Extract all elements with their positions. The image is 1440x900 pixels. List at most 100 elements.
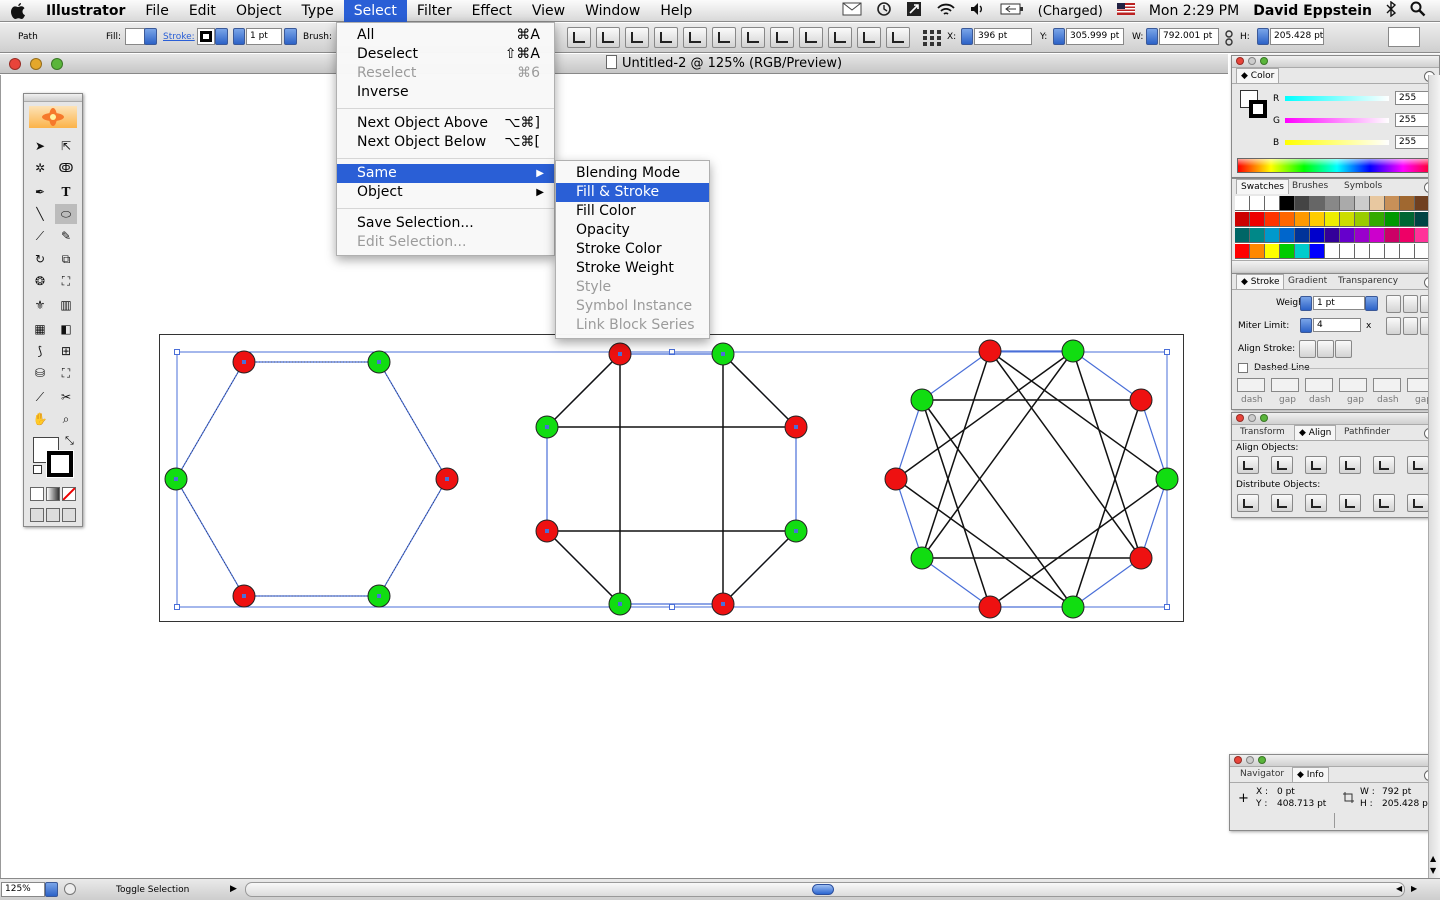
panel-distribute-top-button[interactable] xyxy=(1237,494,1259,512)
round-join-button[interactable] xyxy=(1403,317,1418,335)
minimize-panel-icon[interactable] xyxy=(1246,756,1254,764)
dash-field-2[interactable] xyxy=(1305,378,1333,392)
minimize-panel-icon[interactable] xyxy=(1248,414,1256,422)
swatch[interactable] xyxy=(1385,196,1400,211)
panel-align-hcenter-button[interactable] xyxy=(1271,456,1293,474)
paintbrush-tool-icon[interactable]: ⟋ xyxy=(29,226,51,246)
align-stroke-inside-button[interactable] xyxy=(1317,340,1334,358)
horizontal-scroll-thumb[interactable] xyxy=(812,884,834,895)
swatch[interactable] xyxy=(1400,228,1415,243)
color-spectrum-bar[interactable] xyxy=(1237,158,1437,173)
submenu-item-opacity[interactable]: Opacity xyxy=(556,221,709,240)
zoom-panel-icon[interactable] xyxy=(1258,756,1266,764)
lasso-tool-icon[interactable]: ↂ xyxy=(55,158,77,178)
illustrator-flower-logo[interactable] xyxy=(29,106,77,128)
round-cap-button[interactable] xyxy=(1403,295,1418,313)
scroll-right-icon[interactable]: ▶ xyxy=(1411,884,1417,893)
decagon-graph[interactable] xyxy=(895,350,1168,608)
swatch[interactable] xyxy=(1355,244,1370,259)
swatch[interactable] xyxy=(1325,212,1340,227)
swatch[interactable] xyxy=(1355,228,1370,243)
miter-stepper[interactable] xyxy=(1300,318,1312,333)
align-stroke-center-button[interactable] xyxy=(1299,340,1316,358)
swatch[interactable] xyxy=(1400,212,1415,227)
submenu-item-stroke-weight[interactable]: Stroke Weight xyxy=(556,259,709,278)
close-panel-icon[interactable] xyxy=(1234,756,1242,764)
tab-align[interactable]: ◆ Align xyxy=(1294,425,1337,440)
swatch[interactable] xyxy=(1235,228,1250,243)
swatch[interactable] xyxy=(1400,196,1415,211)
swatch[interactable] xyxy=(1325,228,1340,243)
stroke-color-box[interactable] xyxy=(46,450,74,478)
swatch[interactable] xyxy=(1370,244,1385,259)
swatch[interactable] xyxy=(1370,196,1385,211)
blend-tool-icon[interactable]: ⊞ xyxy=(55,341,77,361)
panel-align-left-button[interactable] xyxy=(1237,456,1259,474)
menu-item-next-object-above[interactable]: Next Object Above ⌥⌘] xyxy=(337,114,554,133)
zoom-panel-icon[interactable] xyxy=(1260,414,1268,422)
panel-distribute-bottom-button[interactable] xyxy=(1305,494,1327,512)
tab-symbols[interactable]: Symbols xyxy=(1340,179,1386,194)
close-panel-icon[interactable] xyxy=(1236,414,1244,422)
menu-item-inverse[interactable]: Inverse xyxy=(337,83,554,102)
menu-item-save-selection[interactable]: Save Selection... xyxy=(337,214,554,233)
b-slider[interactable] xyxy=(1285,140,1389,145)
tab-navigator[interactable]: Navigator xyxy=(1236,767,1288,782)
zoom-dropdown[interactable] xyxy=(45,882,58,897)
standard-screen-mode-button[interactable] xyxy=(30,508,44,522)
swatch[interactable] xyxy=(1295,228,1310,243)
artwork[interactable] xyxy=(0,0,1440,900)
zoom-tool-icon[interactable]: ⌕ xyxy=(55,409,77,429)
weight-dropdown[interactable] xyxy=(1365,296,1378,311)
zoom-level-field[interactable]: 125% xyxy=(1,882,45,897)
warp-tool-icon[interactable]: ❂ xyxy=(29,271,51,291)
swatch[interactable] xyxy=(1340,196,1355,211)
swatch[interactable] xyxy=(1325,196,1340,211)
swatch[interactable] xyxy=(1385,244,1400,259)
mesh-tool-icon[interactable]: ▦ xyxy=(29,319,51,339)
scissors-tool-icon[interactable]: ✂ xyxy=(55,387,77,407)
submenu-item-stroke-color[interactable]: Stroke Color xyxy=(556,240,709,259)
tab-pathfinder[interactable]: Pathfinder xyxy=(1340,425,1394,440)
swatch[interactable] xyxy=(1280,196,1295,211)
magic-wand-tool-icon[interactable]: ✲ xyxy=(29,158,51,178)
weight-field[interactable]: 1 pt xyxy=(1313,296,1365,310)
swatch[interactable] xyxy=(1280,212,1295,227)
align-stroke-outside-button[interactable] xyxy=(1335,340,1352,358)
horizontal-scrollbar[interactable] xyxy=(245,882,1405,897)
g-field[interactable]: 255 xyxy=(1395,113,1429,127)
free-transform-tool-icon[interactable]: ⛶ xyxy=(55,271,77,291)
color-mode-button[interactable] xyxy=(30,487,44,501)
swatch[interactable] xyxy=(1295,196,1310,211)
swatch[interactable] xyxy=(1265,196,1280,211)
pencil-tool-icon[interactable]: ✎ xyxy=(55,226,77,246)
hand-tool-icon[interactable]: ✋ xyxy=(29,409,51,429)
g-slider[interactable] xyxy=(1285,118,1389,123)
zoom-panel-icon[interactable] xyxy=(1260,57,1268,65)
swap-fill-stroke-icon[interactable]: ⤡ xyxy=(65,434,74,448)
swatch[interactable] xyxy=(1265,212,1280,227)
miter-field[interactable]: 4 xyxy=(1313,318,1361,332)
color-panel-titlebar[interactable] xyxy=(1232,56,1439,68)
pen-tool-icon[interactable]: ✒ xyxy=(29,182,51,202)
minimize-panel-icon[interactable] xyxy=(1248,57,1256,65)
swatch[interactable] xyxy=(1340,212,1355,227)
stroke-swatch-large[interactable] xyxy=(1249,100,1267,118)
hexagon-graph[interactable] xyxy=(175,361,448,597)
default-fill-stroke-icon[interactable] xyxy=(33,465,42,474)
panel-distribute-right-button[interactable] xyxy=(1407,494,1429,512)
tab-stroke[interactable]: ◆ Stroke xyxy=(1236,274,1285,289)
scroll-left-icon[interactable]: ◀ xyxy=(1396,884,1402,893)
swatch[interactable] xyxy=(1265,244,1280,259)
panel-align-right-button[interactable] xyxy=(1305,456,1327,474)
swatch[interactable] xyxy=(1250,212,1265,227)
rotate-tool-icon[interactable]: ↻ xyxy=(29,249,51,269)
graph-tool-icon[interactable]: ▥ xyxy=(55,295,77,315)
slice-tool-icon[interactable]: ⟋ xyxy=(29,387,51,407)
info-panel-titlebar[interactable] xyxy=(1230,755,1439,767)
swatch[interactable] xyxy=(1310,212,1325,227)
swatch[interactable] xyxy=(1295,244,1310,259)
ellipse-tool-icon[interactable]: ⬭ xyxy=(55,204,77,224)
tab-color[interactable]: ◆ Color xyxy=(1236,68,1280,83)
b-field[interactable]: 255 xyxy=(1395,135,1429,149)
